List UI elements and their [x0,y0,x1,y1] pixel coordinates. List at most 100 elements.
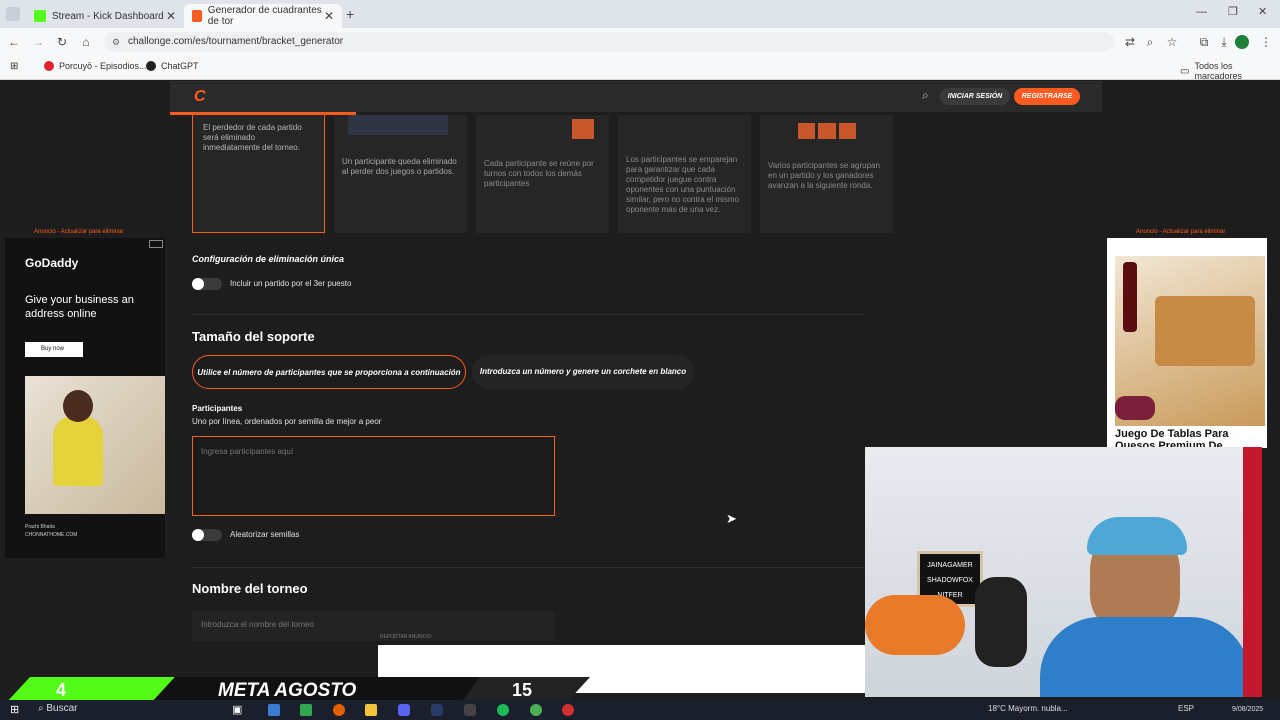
browser-tab-bar: Stream - Kick Dashboard ✕ Generador de c… [0,0,1280,28]
chatgpt-icon [146,61,156,71]
divider [192,314,866,315]
streamer-jacket [1040,617,1250,697]
close-window-icon[interactable]: ✕ [1258,5,1267,18]
ad-credit-site: CHONNATHOME.COM [25,532,78,538]
tournament-name-title: Nombre del torneo [192,581,308,596]
bookmarks-bar: ⊞ Porcuyō - Episodios... ChatGPT ▭ Todos… [0,56,1280,81]
randomize-seeds-label: Aleatorizar semillas [230,530,300,539]
youtube-icon [44,61,54,71]
third-place-label: Incluir un partido por el 3er puesto [230,279,352,288]
report-ad-label[interactable]: REPORTAR ANUNCIO [380,634,432,640]
challonge-favicon-icon [192,10,202,22]
bookmark-chatgpt[interactable]: ChatGPT [146,61,199,71]
format-card-swiss[interactable]: Los participantes se emparejan para gara… [618,115,751,233]
url-input[interactable]: ⚙ challonge.com/es/tournament/bracket_ge… [104,32,1114,52]
app-icon-minecraft[interactable] [300,704,312,716]
goal-target-count: 15 [512,680,533,700]
tab-title: Stream - Kick Dashboard [52,10,164,22]
register-button[interactable]: REGISTRARSE [1014,88,1080,105]
bookmark-star-icon[interactable]: ☆ [1164,34,1180,50]
challonge-logo[interactable]: C [194,88,206,106]
ad-right-cheese-board[interactable]: Juego De Tablas Para Quesos Premium De [1107,238,1267,448]
tab-menu-icon[interactable] [6,7,20,21]
taskbar-date[interactable]: 9/08/2025 [1232,706,1263,713]
format-desc: Un participante queda eliminado al perde… [342,157,457,176]
new-tab-button[interactable]: + [346,6,354,22]
randomize-seeds-toggle[interactable] [192,529,222,541]
enter-number-button[interactable]: Introduzca un número y genere un corchet… [472,355,694,389]
bookmark-label: ChatGPT [161,61,199,71]
godaddy-logo: GoDaddy [25,256,79,270]
format-card-round-robin[interactable]: Cada participante se reúne por turnos co… [476,115,609,233]
ad-product-photo [1115,256,1265,426]
back-icon[interactable]: ← [6,34,22,50]
streamer-cap [1087,517,1187,555]
app-icon-other[interactable] [562,704,574,716]
weather-widget[interactable]: 18°C Mayorm. nubla... [988,704,1068,713]
login-button[interactable]: INICIAR SESIÓN [940,88,1010,105]
streamer-webcam: JAINAGAMER SHADOWFOX NITFER [865,447,1262,697]
participants-textarea[interactable]: Ingresa participantes aquí [192,436,555,516]
app-icon-explorer[interactable] [365,704,377,716]
goal-current-count: 4 [56,680,67,700]
bookmark-label: Porcuyō - Episodios... [59,61,147,71]
tournament-name-input[interactable]: Introduzca el nombre del torneo [192,611,555,641]
reload-icon[interactable]: ↻ [54,34,70,50]
apps-grid-icon[interactable]: ⊞ [10,61,18,72]
plush-toy [865,595,965,655]
tab-kick-dashboard[interactable]: Stream - Kick Dashboard ✕ [26,4,184,28]
use-participants-button[interactable]: Utilice el número de participantes que s… [192,355,466,389]
app-icon-chrome[interactable] [530,704,542,716]
buy-now-button[interactable]: Buy now [25,342,83,357]
app-icon-discord[interactable] [398,704,410,716]
taskbar-search[interactable]: ⌕ Buscar [38,703,78,714]
tab-bracket-generator[interactable]: Generador de cuadrantes de tor ✕ [184,4,342,28]
ad-product-title: Juego De Tablas Para Quesos Premium De [1115,428,1229,448]
ad-headline: Give your business an address online [25,294,134,320]
maximize-icon[interactable]: ❐ [1228,5,1238,18]
url-text: challonge.com/es/tournament/bracket_gene… [128,36,344,47]
format-card-free-for-all[interactable]: Varios participantes se agrupan en un pa… [760,115,893,233]
single-elim-config-title: Configuración de eliminación única [192,254,345,264]
address-bar-row: ← → ↻ ⌂ ⚙ challonge.com/es/tournament/br… [0,28,1280,56]
ad-left-godaddy[interactable]: GoDaddy Give your business an address on… [5,238,165,558]
bookmark-porcuyo[interactable]: Porcuyō - Episodios... [44,61,147,71]
app-icon-edge[interactable] [268,704,280,716]
minimize-icon[interactable]: — [1196,6,1207,18]
extensions-icon[interactable]: ⧉ [1196,34,1212,50]
site-info-icon[interactable]: ⚙ [112,32,120,52]
search-icon: ⌕ [38,703,44,714]
app-icon-spotify[interactable] [497,704,509,716]
format-desc: El perdedor de cada partido será elimina… [203,123,302,152]
ad-choices-icon[interactable] [149,240,163,248]
app-icon-obs[interactable] [464,704,476,716]
forward-icon[interactable]: → [30,34,46,50]
format-card-double-elimination[interactable]: Un participante queda eliminado al perde… [334,115,467,233]
close-tab-icon[interactable]: ✕ [324,9,334,23]
site-header: C ⌕ INICIAR SESIÓN REGISTRARSE [170,81,1102,115]
windows-taskbar: ⊞ ⌕ Buscar ▣ 18°C Mayorm. nubla... ESP 9… [0,700,1280,720]
app-icon-firefox[interactable] [333,704,345,716]
bracket-preview-graphic [348,115,448,135]
task-view-icon[interactable]: ▣ [232,703,242,716]
translate-icon[interactable]: ⇄ [1122,34,1138,50]
bracket-size-title: Tamaño del soporte [192,329,315,344]
ffa-preview-graphic [798,123,856,139]
search-icon[interactable]: ⌕ [922,88,929,103]
home-icon[interactable]: ⌂ [78,34,94,50]
ad-label-right: Anuncio - Actualizar para eliminar [1136,229,1226,235]
downloads-icon[interactable]: ⤓ [1216,34,1232,50]
format-card-single-elimination[interactable]: El perdedor de cada partido será elimina… [192,115,325,233]
language-indicator[interactable]: ESP [1178,704,1194,713]
all-bookmarks[interactable]: ▭ Todos los marcadores [1180,61,1280,81]
browser-menu-icon[interactable]: ⋮ [1258,34,1274,50]
format-desc: Varios participantes se agrupan en un pa… [768,161,880,190]
windows-start-icon[interactable]: ⊞ [10,703,19,716]
zoom-icon[interactable]: ⌕ [1142,34,1158,50]
participants-help: Uno por línea, ordenados por semilla de … [192,417,382,426]
third-place-toggle[interactable] [192,278,222,290]
profile-avatar[interactable] [1235,35,1249,49]
close-tab-icon[interactable]: ✕ [166,9,176,23]
app-icon-davinci[interactable] [431,704,443,716]
ad-photo [25,376,165,514]
